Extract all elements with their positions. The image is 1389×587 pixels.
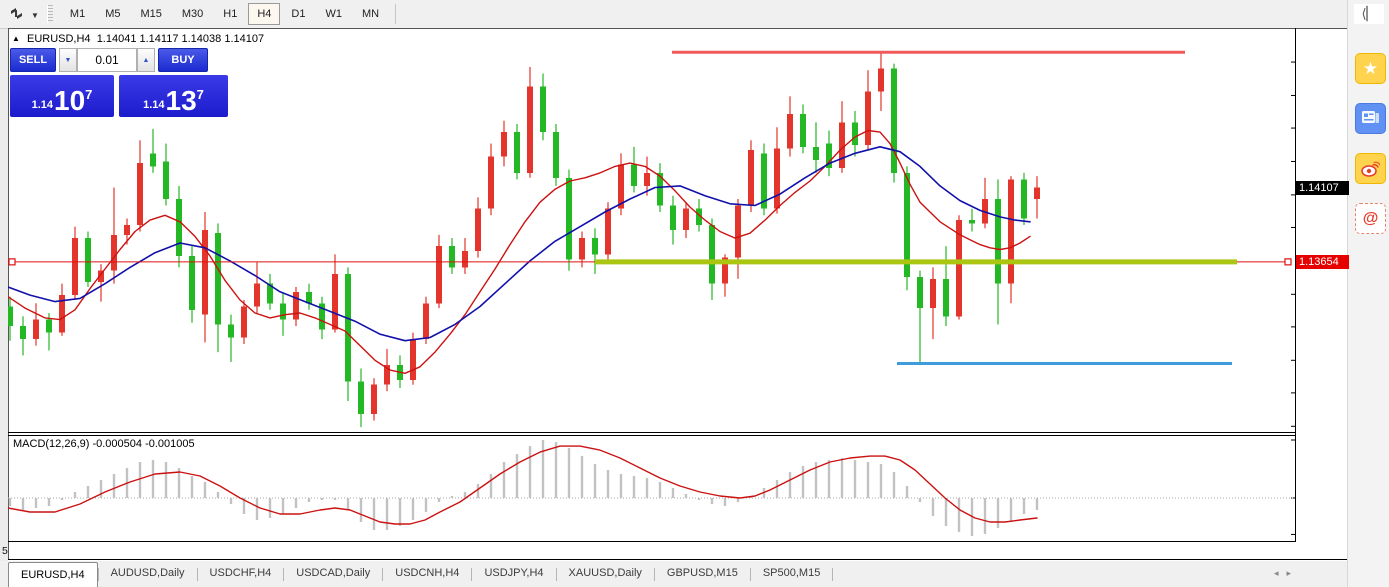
favorites-star-icon[interactable]: ★	[1355, 53, 1386, 84]
sidebar-collapse-button[interactable]: ⟨▏	[1354, 4, 1384, 24]
timeframe-toolbar: ▼ M1M5M15M30H1H4D1W1MN	[0, 0, 1347, 29]
tab-sp500-m15[interactable]: SP500,M15	[751, 561, 832, 587]
macd-indicator-label: MACD(12,26,9) -0.000504 -0.001005	[13, 438, 195, 450]
lot-decrease-button[interactable]: ▼	[59, 48, 77, 72]
news-feed-icon[interactable]	[1355, 103, 1386, 134]
tab-scroll-arrows[interactable]: ◂▸	[1274, 568, 1299, 579]
email-share-icon[interactable]: @	[1355, 203, 1386, 234]
tab-usdcad-daily[interactable]: USDCAD,Daily	[284, 561, 382, 587]
trading-terminal-window: ▼ M1M5M15M30H1H4D1W1MN ▲ EURUSD,H4 1.140…	[0, 0, 1389, 587]
chart-title: ▲ EURUSD,H4 1.14041 1.14117 1.14038 1.14…	[12, 33, 264, 45]
weibo-eye-icon[interactable]	[1355, 153, 1386, 184]
one-click-trading-panel: SELL ▼ 0.01 ▲ BUY 1.14 10 7 1.14 13 7	[10, 48, 232, 117]
toolbar-grip[interactable]	[47, 5, 53, 23]
lot-increase-button[interactable]: ▲	[137, 48, 155, 72]
tab-usdjpy-h4[interactable]: USDJPY,H4	[472, 561, 555, 587]
sell-price-panel[interactable]: 1.14 10 7	[10, 75, 114, 117]
toolbar-separator	[395, 4, 396, 24]
timeframe-button-m5[interactable]: M5	[96, 3, 129, 25]
chart-ohlc: 1.14041 1.14117 1.14038 1.14107	[97, 33, 264, 45]
buy-price-panel[interactable]: 1.14 13 7	[119, 75, 228, 117]
sell-price-sup: 7	[85, 87, 92, 102]
level-price-tag: 1.13654	[1296, 255, 1349, 269]
symbol-triangle-icon: ▲	[12, 34, 20, 43]
current-price-tag: 1.14107	[1296, 181, 1349, 195]
tab-gbpusd-m15[interactable]: GBPUSD,M15	[655, 561, 750, 587]
tab-audusd-daily[interactable]: AUDUSD,Daily	[99, 561, 197, 587]
timeframe-button-h4[interactable]: H4	[248, 3, 280, 25]
timeframe-button-d1[interactable]: D1	[282, 3, 314, 25]
tab-separator	[832, 568, 833, 581]
timeframe-button-m1[interactable]: M1	[61, 3, 94, 25]
sell-price-big: 10	[54, 88, 85, 114]
timeframe-button-m15[interactable]: M15	[131, 3, 170, 25]
timeframe-button-w1[interactable]: W1	[316, 3, 351, 25]
sell-button[interactable]: SELL	[10, 48, 56, 72]
buy-price-small: 1.14	[143, 99, 164, 111]
buy-button[interactable]: BUY	[158, 48, 208, 72]
chevron-down-icon[interactable]: ▼	[31, 11, 39, 20]
timeframe-button-m30[interactable]: M30	[173, 3, 212, 25]
tab-usdcnh-h4[interactable]: USDCNH,H4	[383, 561, 471, 587]
buy-price-big: 13	[166, 88, 197, 114]
symbol-tabstrip: EURUSD,H4AUDUSD,DailyUSDCHF,H4USDCAD,Dai…	[0, 561, 1347, 587]
tab-xauusd-daily[interactable]: XAUUSD,Daily	[557, 561, 654, 587]
chart-symbol: EURUSD,H4	[27, 33, 91, 45]
tab-usdchf-h4[interactable]: USDCHF,H4	[198, 561, 284, 587]
browser-sidebar: ⟨▏ ★ @	[1347, 0, 1389, 587]
tab-eurusd-h4[interactable]: EURUSD,H4	[8, 562, 98, 587]
buy-price-sup: 7	[197, 87, 204, 102]
symbols-icon[interactable]	[9, 6, 29, 22]
lot-size-input[interactable]: 0.01	[77, 48, 137, 72]
timeframe-button-mn[interactable]: MN	[353, 3, 388, 25]
sell-price-small: 1.14	[32, 99, 53, 111]
timeframe-button-h1[interactable]: H1	[214, 3, 246, 25]
